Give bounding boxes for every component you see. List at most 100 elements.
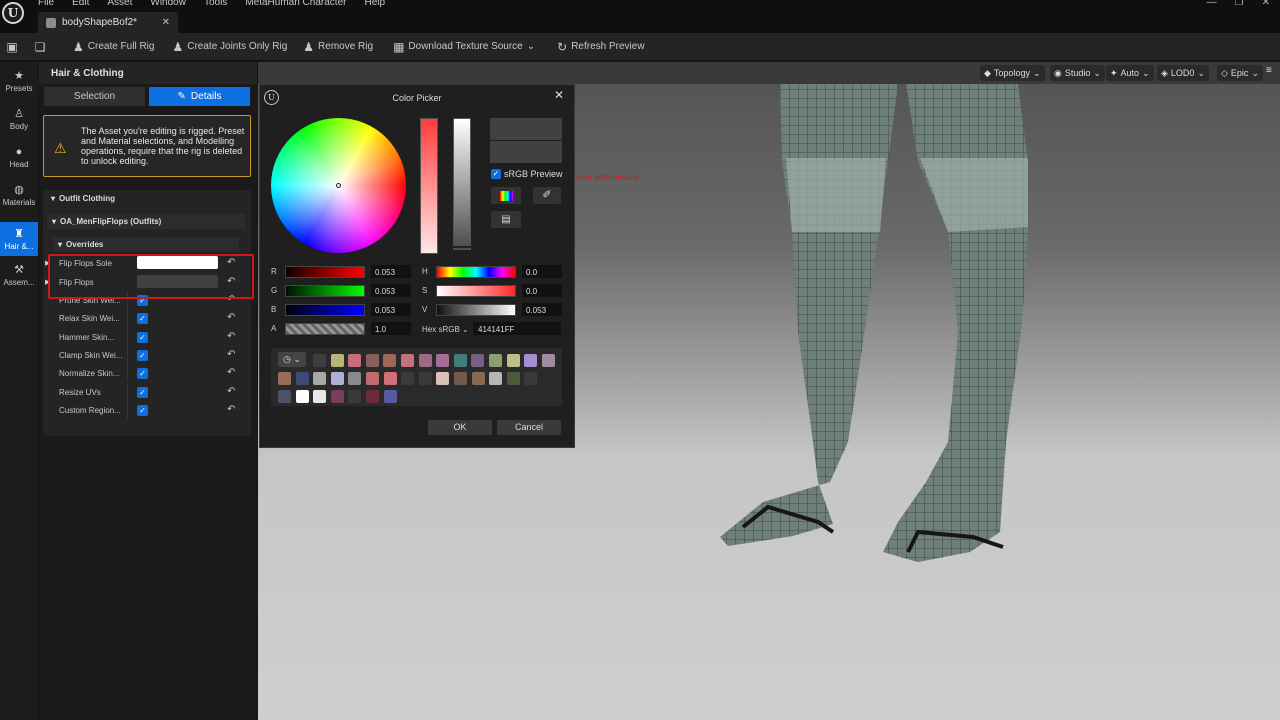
hex-value-input[interactable]: 414141FF: [473, 322, 561, 335]
save-theme-button[interactable]: ▤: [491, 211, 521, 228]
color-swatch[interactable]: [401, 372, 415, 385]
nav-hair-clothing[interactable]: ♜ Hair &...: [0, 222, 38, 256]
overrides-header[interactable]: ▾ Overrides: [53, 237, 239, 252]
ok-button[interactable]: OK: [428, 420, 492, 435]
browse-icon[interactable]: ❏: [33, 40, 47, 54]
minimize-icon[interactable]: —: [1207, 0, 1217, 8]
hue-value-input[interactable]: 0.0: [522, 265, 562, 278]
custom-region-checkbox[interactable]: ✓: [137, 405, 148, 416]
value-channel-slider[interactable]: [436, 304, 516, 316]
color-swatch[interactable]: [383, 354, 397, 367]
document-tab[interactable]: bodyShapeBof2* ✕: [38, 12, 178, 33]
normalize-skin-checkbox[interactable]: ✓: [137, 368, 148, 379]
cancel-button[interactable]: Cancel: [497, 420, 561, 435]
menu-edit[interactable]: Edit: [72, 0, 89, 8]
hamburger-menu-icon[interactable]: ≡: [1266, 65, 1278, 81]
color-swatch[interactable]: [330, 390, 344, 403]
topology-dropdown[interactable]: ◆ Topology ⌄: [980, 65, 1045, 81]
hex-srgb-dropdown[interactable]: Hex sRGB ⌄: [422, 325, 469, 334]
reset-icon[interactable]: ↶: [227, 349, 235, 360]
outfit-subsection-header[interactable]: ▾ OA_MenFlipFlops (Outfits): [47, 214, 245, 229]
saturation-slider[interactable]: [420, 118, 438, 254]
studio-dropdown[interactable]: ◉ Studio ⌄: [1050, 65, 1105, 81]
nav-body[interactable]: ♙ Body: [0, 102, 38, 136]
green-value-input[interactable]: 0.053: [371, 284, 411, 297]
nav-head[interactable]: ● Head: [0, 140, 38, 174]
clamp-skin-weights-checkbox[interactable]: ✓: [137, 350, 148, 361]
menu-metahuman-character[interactable]: MetaHuman Character: [245, 0, 346, 8]
srgb-preview-checkbox[interactable]: ✓: [491, 169, 501, 179]
create-full-rig-button[interactable]: ♟ Create Full Rig: [73, 40, 154, 54]
srgb-preview-toggle[interactable]: ✓ sRGB Preview: [491, 169, 563, 179]
alpha-value-input[interactable]: 1.0: [371, 322, 411, 335]
download-texture-source-button[interactable]: ▦ Download Texture Source ⌄: [393, 40, 535, 54]
reset-icon[interactable]: ↶: [227, 386, 235, 397]
close-tab-icon[interactable]: ✕: [162, 17, 170, 28]
history-dropdown[interactable]: ◷ ⌄: [278, 352, 306, 367]
color-swatch[interactable]: [471, 354, 485, 367]
color-swatch[interactable]: [436, 372, 450, 385]
color-wheel-cursor[interactable]: [336, 183, 341, 188]
color-swatch[interactable]: [418, 372, 432, 385]
color-swatch[interactable]: [506, 372, 520, 385]
color-swatch[interactable]: [489, 372, 503, 385]
color-swatch[interactable]: [383, 372, 397, 385]
outfit-clothing-header[interactable]: ▾ Outfit Clothing: [51, 194, 115, 203]
color-swatch[interactable]: [295, 390, 309, 403]
value-value-input[interactable]: 0.053: [522, 303, 562, 316]
color-swatch[interactable]: [383, 390, 397, 403]
color-swatch[interactable]: [453, 354, 467, 367]
color-swatch[interactable]: [348, 372, 362, 385]
color-spectrum-button[interactable]: [491, 187, 521, 204]
saturation-channel-slider[interactable]: [436, 285, 516, 297]
reset-icon[interactable]: ↶: [227, 367, 235, 378]
hammer-skin-checkbox[interactable]: ✓: [137, 332, 148, 343]
color-swatch[interactable]: [524, 372, 538, 385]
unreal-logo-icon[interactable]: U: [2, 2, 24, 24]
color-swatch[interactable]: [489, 354, 502, 367]
color-swatch[interactable]: [366, 390, 379, 403]
create-joints-only-rig-button[interactable]: ♟ Create Joints Only Rig: [172, 40, 287, 54]
color-swatch[interactable]: [330, 354, 344, 367]
menu-help[interactable]: Help: [364, 0, 385, 8]
green-slider[interactable]: [285, 285, 365, 297]
color-swatch[interactable]: [541, 354, 555, 367]
reset-icon[interactable]: ↶: [227, 312, 235, 323]
quality-dropdown[interactable]: ◇ Epic ⌄: [1217, 65, 1263, 81]
color-swatch[interactable]: [471, 372, 485, 385]
nav-materials[interactable]: ◍ Materials: [0, 178, 38, 212]
blue-slider[interactable]: [285, 304, 365, 316]
menu-asset[interactable]: Asset: [107, 0, 132, 8]
auto-dropdown[interactable]: ✦ Auto ⌄: [1106, 65, 1154, 81]
close-window-icon[interactable]: ✕: [1262, 0, 1270, 8]
color-swatch[interactable]: [506, 354, 520, 367]
red-slider[interactable]: [285, 266, 365, 278]
color-swatch[interactable]: [313, 354, 326, 367]
color-swatch[interactable]: [401, 354, 414, 367]
maximize-icon[interactable]: ❐: [1235, 0, 1244, 8]
tab-selection[interactable]: Selection: [44, 87, 145, 106]
refresh-preview-button[interactable]: ↻ Refresh Preview: [557, 40, 644, 54]
blue-value-input[interactable]: 0.053: [371, 303, 411, 316]
close-icon[interactable]: ✕: [554, 88, 564, 102]
color-swatch[interactable]: [418, 354, 432, 367]
lod-dropdown[interactable]: ◈ LOD0 ⌄: [1157, 65, 1209, 81]
color-swatch[interactable]: [278, 390, 291, 403]
color-swatch[interactable]: [366, 372, 379, 385]
nav-assembly[interactable]: ⚒ Assem...: [0, 258, 38, 292]
color-swatch[interactable]: [436, 354, 450, 367]
hue-slider[interactable]: [436, 266, 516, 278]
value-slider-handle[interactable]: [453, 246, 471, 248]
color-swatch[interactable]: [348, 354, 362, 367]
color-swatch[interactable]: [295, 372, 309, 385]
reset-icon[interactable]: ↶: [227, 404, 235, 415]
eyedropper-button[interactable]: ✐: [533, 187, 561, 204]
reset-icon[interactable]: ↶: [227, 331, 235, 342]
color-swatch[interactable]: [454, 372, 467, 385]
value-slider[interactable]: [453, 118, 471, 250]
nav-presets[interactable]: ★ Presets: [0, 64, 38, 98]
resize-uvs-checkbox[interactable]: ✓: [137, 387, 148, 398]
relax-skin-weights-checkbox[interactable]: ✓: [137, 313, 148, 324]
alpha-slider[interactable]: [285, 323, 365, 335]
tab-details[interactable]: ✎ Details: [149, 87, 250, 106]
